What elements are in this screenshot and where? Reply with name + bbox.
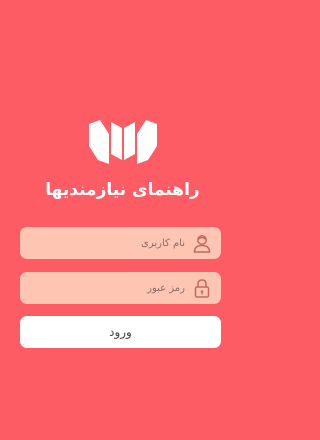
app-title: راهنمای نیازمندیها — [45, 180, 200, 200]
password-field[interactable] — [20, 272, 221, 304]
user-icon — [193, 235, 211, 253]
username-field[interactable] — [20, 227, 221, 259]
book-logo-icon — [89, 120, 157, 164]
password-input[interactable] — [30, 272, 185, 304]
lock-icon — [194, 279, 210, 298]
login-button[interactable]: ورود — [20, 316, 221, 348]
username-input[interactable] — [30, 227, 185, 259]
